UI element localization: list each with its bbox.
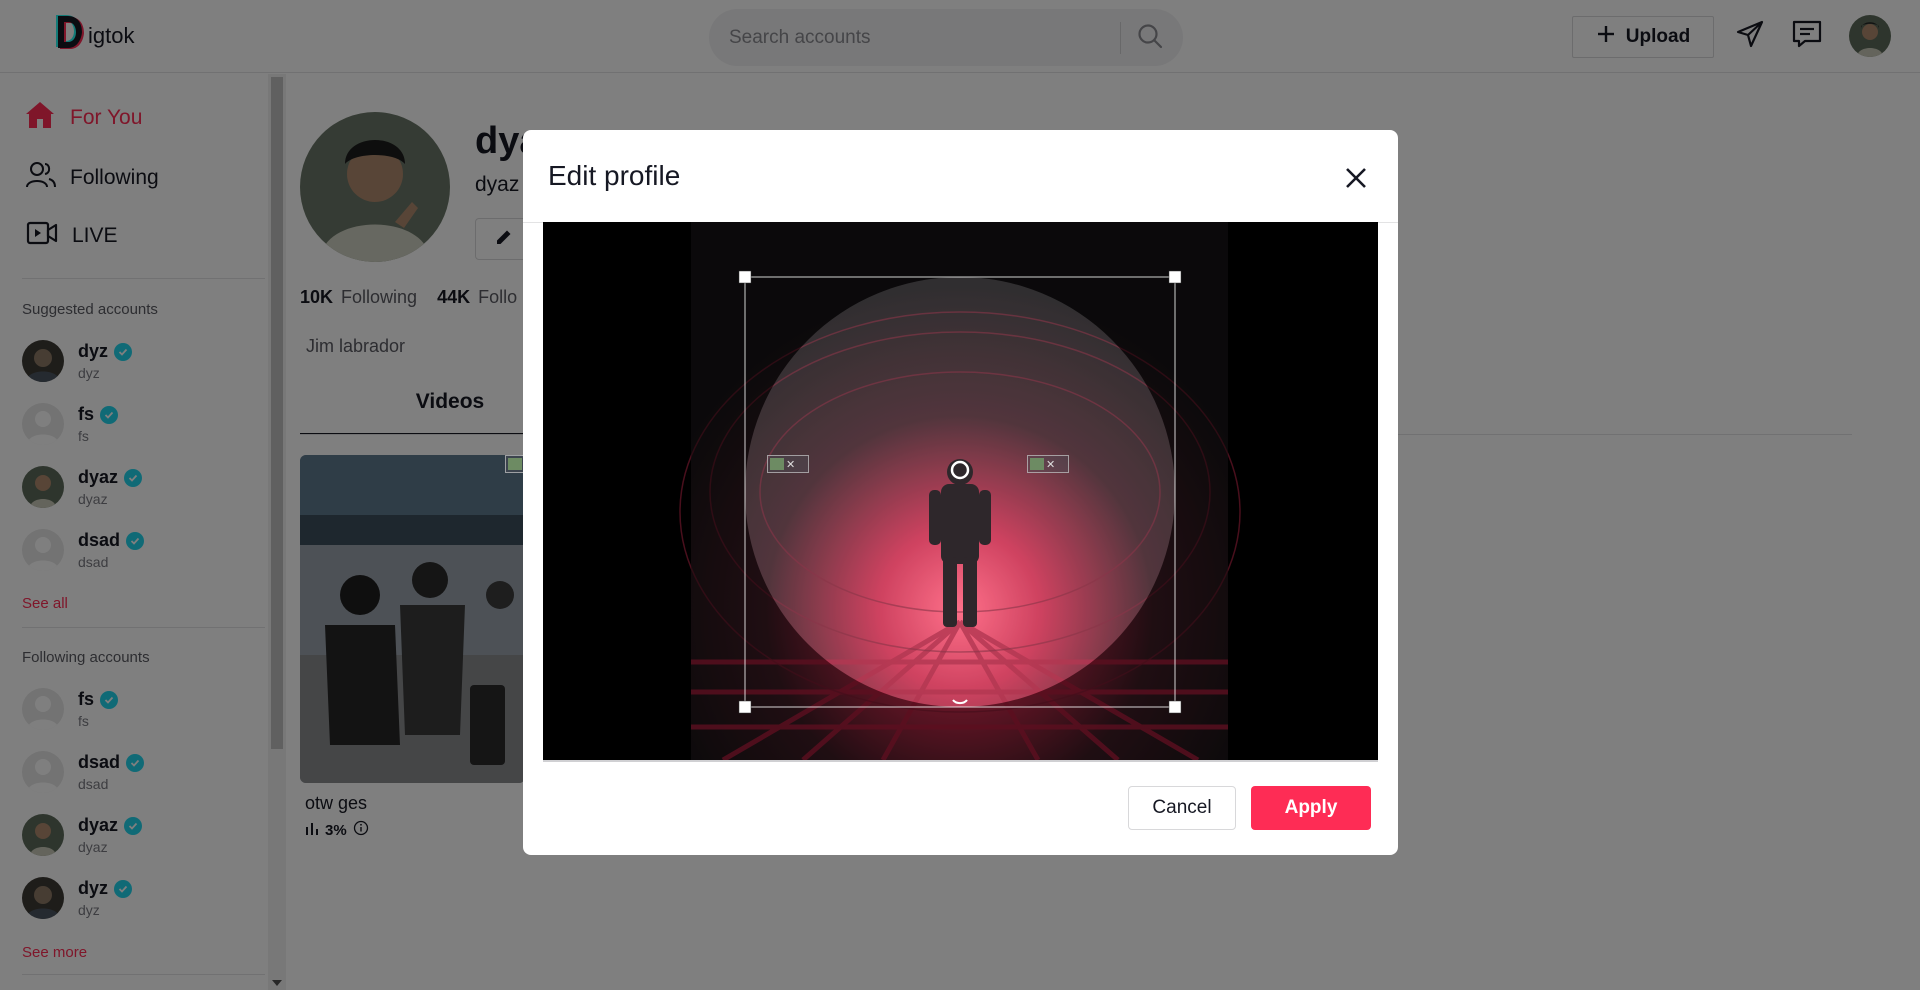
close-button[interactable] [1341,165,1371,195]
ad-image-icon [508,458,522,470]
image-crop-area[interactable] [543,222,1378,760]
ad-image-icon [770,458,784,470]
ad-close-icon: ✕ [786,458,796,471]
crop-divider [543,760,1378,762]
modal-title: Edit profile [548,160,681,191]
ad-widget: ✕ [767,455,809,473]
ad-widget: ✕ [1027,455,1069,473]
crop-handle-top-right[interactable] [1168,270,1182,284]
crop-handle-top-left[interactable] [738,270,752,284]
ad-image-icon [1030,458,1044,470]
crop-handle-bottom-right[interactable] [1168,700,1182,714]
edit-profile-modal: Edit profile ✕ ✕ Cancel Apply [523,130,1398,855]
apply-button[interactable]: Apply [1251,786,1371,830]
close-icon [1345,167,1367,194]
cancel-button[interactable]: Cancel [1128,786,1236,830]
ad-close-icon: ✕ [1046,458,1056,471]
crop-handle-bottom-left[interactable] [738,700,752,714]
